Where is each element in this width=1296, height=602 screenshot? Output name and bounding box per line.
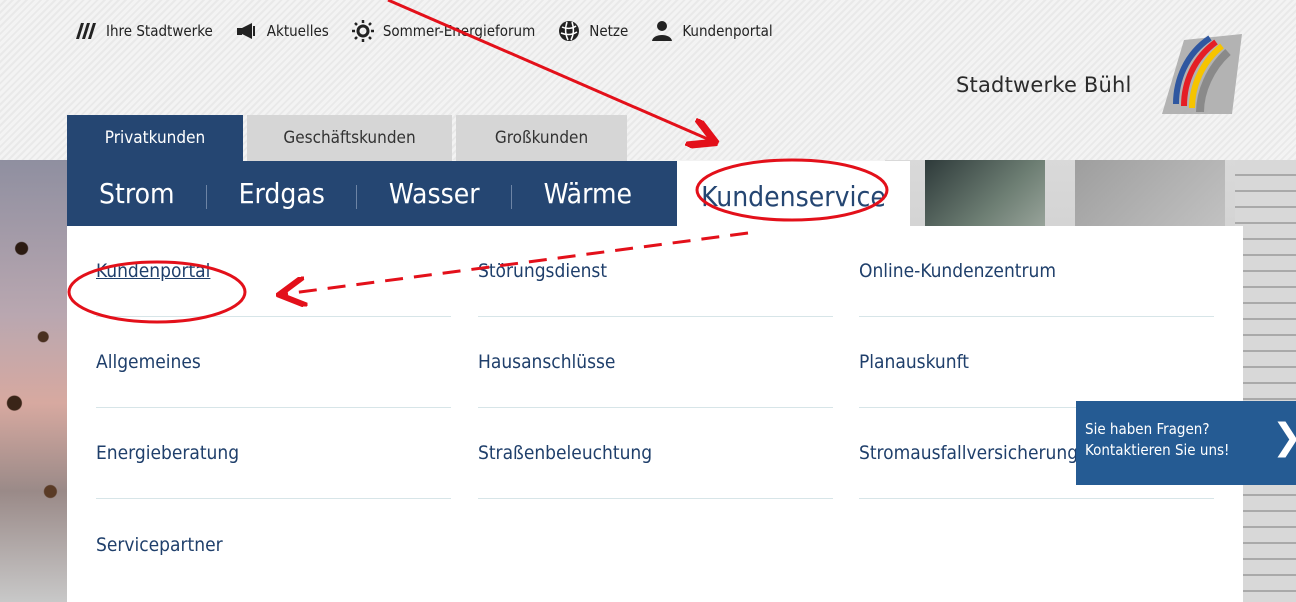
megaphone-icon: [235, 20, 259, 42]
kundenservice-menu-panel: Kundenportal Allgemeines Energieberatung…: [67, 226, 1243, 602]
chevron-right-icon: ❯: [1272, 417, 1296, 458]
contact-box[interactable]: Sie haben Fragen? Kontaktieren Sie uns! …: [1076, 401, 1296, 485]
stadtwerke-logo-icon: [74, 20, 98, 42]
mainnav-waerme[interactable]: Wärme: [512, 177, 664, 210]
menu-item-hausanschluesse[interactable]: Hausanschlüsse: [478, 317, 833, 408]
topnav-label: Ihre Stadtwerke: [106, 22, 213, 40]
page: Ihre Stadtwerke Aktuelles Sommer-Energie…: [0, 0, 1296, 602]
user-icon: [650, 20, 674, 42]
topnav-label: Aktuelles: [266, 22, 329, 40]
hero-image-left: [0, 160, 72, 602]
top-navigation: Ihre Stadtwerke Aktuelles Sommer-Energie…: [74, 20, 795, 42]
menu-item-servicepartner[interactable]: Servicepartner: [96, 499, 451, 590]
topnav-aktuelles[interactable]: Aktuelles: [235, 20, 329, 42]
facade-rail: [1235, 160, 1296, 602]
window-glass: [925, 160, 1045, 230]
contact-text: Sie haben Fragen? Kontaktieren Sie uns!: [1085, 419, 1229, 461]
topnav-netze[interactable]: Netze: [557, 20, 628, 42]
menu-item-online-kundenzentrum[interactable]: Online-Kundenzentrum: [859, 226, 1214, 317]
window-glass: [1075, 160, 1225, 230]
menu-column: Störungsdienst Hausanschlüsse Straßenbel…: [478, 226, 833, 499]
tab-grosskunden[interactable]: Großkunden: [456, 115, 627, 161]
topnav-label: Netze: [589, 22, 629, 40]
mainnav-erdgas[interactable]: Erdgas: [207, 177, 358, 210]
globe-icon: [557, 20, 581, 42]
topnav-label: Sommer-Energieforum: [382, 22, 536, 40]
menu-item-energieberatung[interactable]: Energieberatung: [96, 408, 451, 499]
tab-geschaeftskunden[interactable]: Geschäftskunden: [247, 115, 452, 161]
menu-column: Kundenportal Allgemeines Energieberatung…: [96, 226, 451, 590]
logo-text: Stadtwerke Bühl: [956, 73, 1132, 97]
menu-item-kundenportal[interactable]: Kundenportal: [96, 226, 451, 317]
mainnav-kundenservice[interactable]: Kundenservice: [677, 161, 910, 231]
tab-privatkunden[interactable]: Privatkunden: [67, 115, 243, 161]
mainnav-strom[interactable]: Strom: [67, 177, 207, 210]
sun-icon: [351, 20, 375, 42]
menu-item-planauskunft[interactable]: Planauskunft: [859, 317, 1214, 408]
main-navigation: Strom Erdgas Wasser Wärme: [67, 161, 677, 226]
topnav-sommer-energieforum[interactable]: Sommer-Energieforum: [351, 20, 535, 42]
topnav-label: Kundenportal: [682, 22, 773, 40]
menu-item-allgemeines[interactable]: Allgemeines: [96, 317, 451, 408]
menu-item-stoerungsdienst[interactable]: Störungsdienst: [478, 226, 833, 317]
contact-line-2: Kontaktieren Sie uns!: [1085, 441, 1230, 459]
customer-tabs: Privatkunden Geschäftskunden Großkunden: [67, 115, 627, 161]
mainnav-kundenservice-label: Kundenservice: [701, 179, 886, 213]
site-logo[interactable]: Stadtwerke Bühl: [956, 30, 1246, 120]
topnav-kundenportal[interactable]: Kundenportal: [650, 20, 773, 42]
menu-item-strassenbeleuchtung[interactable]: Straßenbeleuchtung: [478, 408, 833, 499]
topnav-ihre-stadtwerke[interactable]: Ihre Stadtwerke: [74, 20, 213, 42]
logo-mark-icon: [1162, 34, 1242, 114]
mainnav-wasser[interactable]: Wasser: [357, 177, 512, 210]
contact-line-1: Sie haben Fragen?: [1085, 420, 1210, 438]
